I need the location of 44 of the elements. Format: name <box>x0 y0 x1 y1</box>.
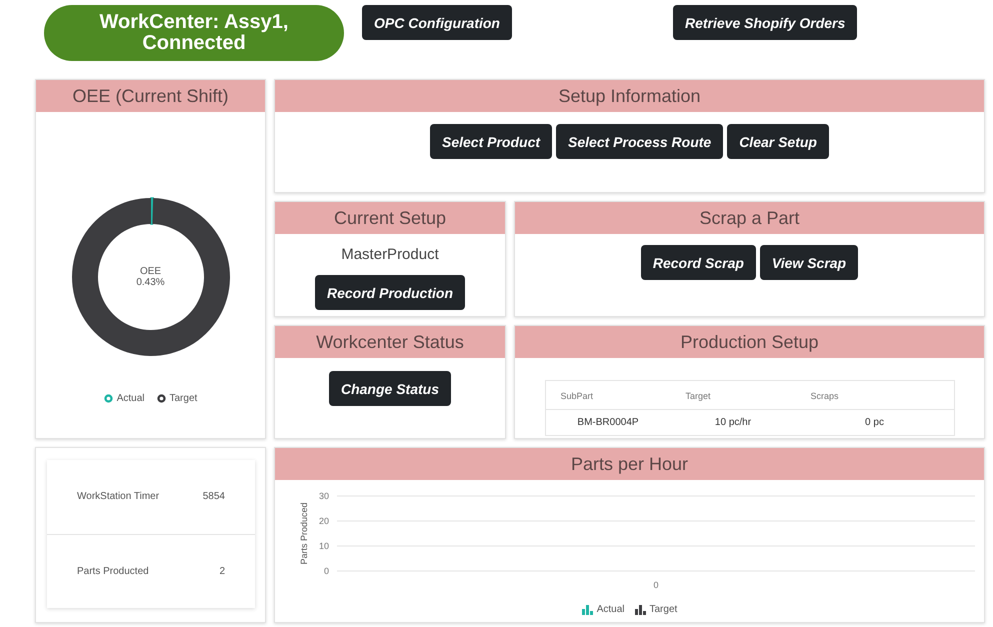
retrieve-orders-button[interactable]: Retrieve Shopify Orders <box>673 5 858 40</box>
card-header: Current Setup <box>275 202 505 234</box>
donut-label: OEE <box>140 266 162 277</box>
card-header: Scrap a Part <box>515 202 984 234</box>
stat-label: WorkStation Timer <box>77 491 160 502</box>
y-axis-label: Parts Produced <box>298 502 308 565</box>
legend-ring-icon <box>104 394 113 403</box>
legend-bar-icon <box>582 604 593 614</box>
card-header: Workcenter Status <box>275 326 505 358</box>
scrap-button[interactable]: Record Scrap <box>640 245 756 280</box>
table-cell-text: 10 pc/hr <box>714 416 752 430</box>
y-tick-label: 20 <box>318 516 328 526</box>
x-tick-label: 0 <box>653 580 658 590</box>
donut-value: 0.43% <box>136 277 165 288</box>
column-header: Target <box>670 381 796 410</box>
legend-bar-icon <box>634 604 646 614</box>
setup-button[interactable]: Clear Setup <box>727 124 829 159</box>
table-cell-text: BM-BR0004P <box>576 416 640 430</box>
change-status-button[interactable]: Change Status <box>328 371 451 406</box>
workcenter-status-badge: WorkCenter: Assy1, Connected <box>44 5 344 61</box>
opc-configuration-button[interactable]: OPC Configuration <box>362 5 512 40</box>
setup-button[interactable]: Select Product <box>430 124 552 159</box>
card-header: OEE (Current Shift) <box>36 80 265 112</box>
record-production-button[interactable]: Record Production <box>314 275 465 310</box>
stat-value: 2 <box>219 566 225 577</box>
legend-ring-icon <box>156 394 166 403</box>
legend-label[interactable]: Actual <box>116 393 144 404</box>
table-cell-text: 0 pc <box>864 416 885 430</box>
stat-label: Parts Producted <box>77 566 149 577</box>
column-header: SubPart <box>546 381 670 410</box>
legend-label[interactable]: Target <box>650 604 678 615</box>
scrap-button[interactable]: View Scrap <box>760 245 858 280</box>
setup-button[interactable]: Select Process Route <box>556 124 724 159</box>
current-product: MasterProduct <box>341 246 439 263</box>
legend-label[interactable]: Actual <box>596 604 624 615</box>
stat-value: 5854 <box>202 491 225 502</box>
legend-label[interactable]: Target <box>170 393 198 404</box>
y-tick-label: 0 <box>323 566 328 576</box>
y-tick-label: 30 <box>318 491 328 501</box>
card-header: Setup Information <box>275 80 984 112</box>
y-tick-label: 10 <box>318 541 328 551</box>
card-header: Production Setup <box>515 326 984 358</box>
card-header: Parts per Hour <box>275 448 984 480</box>
column-header: Scraps <box>796 381 954 410</box>
